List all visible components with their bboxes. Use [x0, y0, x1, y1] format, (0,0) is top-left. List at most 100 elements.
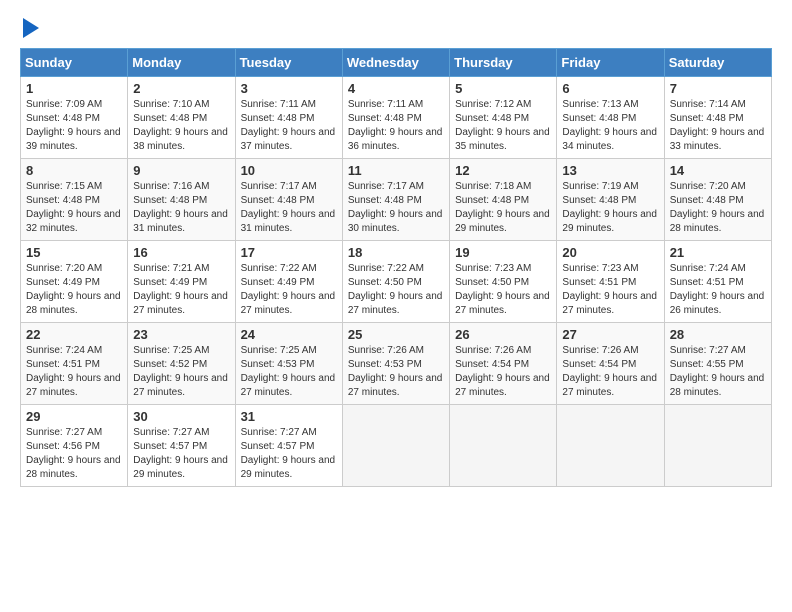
calendar-week-1: 1 Sunrise: 7:09 AMSunset: 4:48 PMDaylight…	[21, 77, 772, 159]
calendar-cell: 12 Sunrise: 7:18 AMSunset: 4:48 PMDayligh…	[450, 159, 557, 241]
day-info: Sunrise: 7:27 AMSunset: 4:56 PMDaylight:…	[26, 426, 122, 482]
day-number: 9	[133, 163, 229, 178]
calendar-cell: 8 Sunrise: 7:15 AMSunset: 4:48 PMDaylight…	[21, 159, 128, 241]
day-number: 17	[241, 245, 337, 260]
day-info: Sunrise: 7:22 AMSunset: 4:49 PMDaylight:…	[241, 262, 337, 318]
calendar-cell: 11 Sunrise: 7:17 AMSunset: 4:48 PMDayligh…	[342, 159, 449, 241]
day-info: Sunrise: 7:12 AMSunset: 4:48 PMDaylight:…	[455, 98, 551, 154]
calendar-cell	[450, 405, 557, 487]
day-number: 7	[670, 81, 766, 96]
day-number: 21	[670, 245, 766, 260]
calendar-cell: 16Sunrise: 7:21 AMSunset: 4:49 PMDayligh…	[128, 241, 235, 323]
day-number: 2	[133, 81, 229, 96]
calendar-week-2: 8 Sunrise: 7:15 AMSunset: 4:48 PMDaylight…	[21, 159, 772, 241]
weekday-header-monday: Monday	[128, 49, 235, 77]
calendar-cell: 19 Sunrise: 7:23 AMSunset: 4:50 PMDayligh…	[450, 241, 557, 323]
day-info: Sunrise: 7:26 AMSunset: 4:53 PMDaylight:…	[348, 344, 444, 400]
day-info: Sunrise: 7:16 AMSunset: 4:48 PMDaylight:…	[133, 180, 229, 236]
calendar-cell: 10 Sunrise: 7:17 AMSunset: 4:48 PMDayligh…	[235, 159, 342, 241]
calendar-cell: 18Sunrise: 7:22 AMSunset: 4:50 PMDayligh…	[342, 241, 449, 323]
calendar-cell: 22 Sunrise: 7:24 AMSunset: 4:51 PMDayligh…	[21, 323, 128, 405]
weekday-header-saturday: Saturday	[664, 49, 771, 77]
header	[20, 20, 772, 38]
day-number: 26	[455, 327, 551, 342]
day-info: Sunrise: 7:15 AMSunset: 4:48 PMDaylight:…	[26, 180, 122, 236]
day-number: 30	[133, 409, 229, 424]
day-info: Sunrise: 7:13 AMSunset: 4:48 PMDaylight:…	[562, 98, 658, 154]
day-number: 12	[455, 163, 551, 178]
calendar-week-4: 22 Sunrise: 7:24 AMSunset: 4:51 PMDayligh…	[21, 323, 772, 405]
day-info: Sunrise: 7:24 AMSunset: 4:51 PMDaylight:…	[670, 262, 766, 318]
weekday-header-tuesday: Tuesday	[235, 49, 342, 77]
calendar-cell: 6 Sunrise: 7:13 AMSunset: 4:48 PMDaylight…	[557, 77, 664, 159]
calendar-cell	[557, 405, 664, 487]
day-info: Sunrise: 7:20 AMSunset: 4:49 PMDaylight:…	[26, 262, 122, 318]
day-info: Sunrise: 7:19 AMSunset: 4:48 PMDaylight:…	[562, 180, 658, 236]
calendar-cell: 13 Sunrise: 7:19 AMSunset: 4:48 PMDayligh…	[557, 159, 664, 241]
day-info: Sunrise: 7:17 AMSunset: 4:48 PMDaylight:…	[241, 180, 337, 236]
calendar-header: SundayMondayTuesdayWednesdayThursdayFrid…	[21, 49, 772, 77]
day-number: 14	[670, 163, 766, 178]
calendar-cell: 1 Sunrise: 7:09 AMSunset: 4:48 PMDaylight…	[21, 77, 128, 159]
day-number: 8	[26, 163, 122, 178]
day-number: 15	[26, 245, 122, 260]
day-number: 11	[348, 163, 444, 178]
day-number: 24	[241, 327, 337, 342]
day-info: Sunrise: 7:14 AMSunset: 4:48 PMDaylight:…	[670, 98, 766, 154]
calendar-cell: 25 Sunrise: 7:26 AMSunset: 4:53 PMDayligh…	[342, 323, 449, 405]
calendar-cell: 23 Sunrise: 7:25 AMSunset: 4:52 PMDayligh…	[128, 323, 235, 405]
day-info: Sunrise: 7:27 AMSunset: 4:55 PMDaylight:…	[670, 344, 766, 400]
calendar-cell: 24Sunrise: 7:25 AMSunset: 4:53 PMDayligh…	[235, 323, 342, 405]
day-info: Sunrise: 7:17 AMSunset: 4:48 PMDaylight:…	[348, 180, 444, 236]
day-info: Sunrise: 7:11 AMSunset: 4:48 PMDaylight:…	[348, 98, 444, 154]
day-info: Sunrise: 7:09 AMSunset: 4:48 PMDaylight:…	[26, 98, 122, 154]
weekday-header-thursday: Thursday	[450, 49, 557, 77]
day-number: 10	[241, 163, 337, 178]
calendar-cell: 28Sunrise: 7:27 AMSunset: 4:55 PMDayligh…	[664, 323, 771, 405]
day-number: 19	[455, 245, 551, 260]
weekday-header-friday: Friday	[557, 49, 664, 77]
calendar-cell: 3 Sunrise: 7:11 AMSunset: 4:48 PMDaylight…	[235, 77, 342, 159]
calendar-cell: 29 Sunrise: 7:27 AMSunset: 4:56 PMDayligh…	[21, 405, 128, 487]
calendar-cell: 30 Sunrise: 7:27 AMSunset: 4:57 PMDayligh…	[128, 405, 235, 487]
day-info: Sunrise: 7:18 AMSunset: 4:48 PMDaylight:…	[455, 180, 551, 236]
day-number: 29	[26, 409, 122, 424]
day-number: 20	[562, 245, 658, 260]
logo	[20, 20, 39, 38]
day-info: Sunrise: 7:10 AMSunset: 4:48 PMDaylight:…	[133, 98, 229, 154]
day-number: 3	[241, 81, 337, 96]
calendar-cell: 14Sunrise: 7:20 AMSunset: 4:48 PMDayligh…	[664, 159, 771, 241]
calendar-cell: 27Sunrise: 7:26 AMSunset: 4:54 PMDayligh…	[557, 323, 664, 405]
calendar-cell: 4 Sunrise: 7:11 AMSunset: 4:48 PMDaylight…	[342, 77, 449, 159]
day-info: Sunrise: 7:25 AMSunset: 4:52 PMDaylight:…	[133, 344, 229, 400]
day-info: Sunrise: 7:11 AMSunset: 4:48 PMDaylight:…	[241, 98, 337, 154]
calendar-week-3: 15 Sunrise: 7:20 AMSunset: 4:49 PMDayligh…	[21, 241, 772, 323]
day-number: 6	[562, 81, 658, 96]
calendar-cell: 2 Sunrise: 7:10 AMSunset: 4:48 PMDaylight…	[128, 77, 235, 159]
day-info: Sunrise: 7:23 AMSunset: 4:50 PMDaylight:…	[455, 262, 551, 318]
calendar-cell: 21 Sunrise: 7:24 AMSunset: 4:51 PMDayligh…	[664, 241, 771, 323]
day-number: 1	[26, 81, 122, 96]
day-info: Sunrise: 7:27 AMSunset: 4:57 PMDaylight:…	[241, 426, 337, 482]
day-info: Sunrise: 7:23 AMSunset: 4:51 PMDaylight:…	[562, 262, 658, 318]
day-number: 5	[455, 81, 551, 96]
day-info: Sunrise: 7:22 AMSunset: 4:50 PMDaylight:…	[348, 262, 444, 318]
calendar-cell: 9 Sunrise: 7:16 AMSunset: 4:48 PMDaylight…	[128, 159, 235, 241]
day-number: 13	[562, 163, 658, 178]
day-number: 4	[348, 81, 444, 96]
day-number: 22	[26, 327, 122, 342]
calendar-cell	[342, 405, 449, 487]
calendar-table: SundayMondayTuesdayWednesdayThursdayFrid…	[20, 48, 772, 487]
day-number: 25	[348, 327, 444, 342]
day-info: Sunrise: 7:26 AMSunset: 4:54 PMDaylight:…	[562, 344, 658, 400]
calendar-cell: 20 Sunrise: 7:23 AMSunset: 4:51 PMDayligh…	[557, 241, 664, 323]
day-info: Sunrise: 7:26 AMSunset: 4:54 PMDaylight:…	[455, 344, 551, 400]
calendar-cell: 15 Sunrise: 7:20 AMSunset: 4:49 PMDayligh…	[21, 241, 128, 323]
day-info: Sunrise: 7:24 AMSunset: 4:51 PMDaylight:…	[26, 344, 122, 400]
day-number: 23	[133, 327, 229, 342]
day-info: Sunrise: 7:27 AMSunset: 4:57 PMDaylight:…	[133, 426, 229, 482]
logo-flag-icon	[23, 18, 39, 38]
calendar-cell: 26 Sunrise: 7:26 AMSunset: 4:54 PMDayligh…	[450, 323, 557, 405]
calendar-cell: 31Sunrise: 7:27 AMSunset: 4:57 PMDayligh…	[235, 405, 342, 487]
weekday-header-sunday: Sunday	[21, 49, 128, 77]
